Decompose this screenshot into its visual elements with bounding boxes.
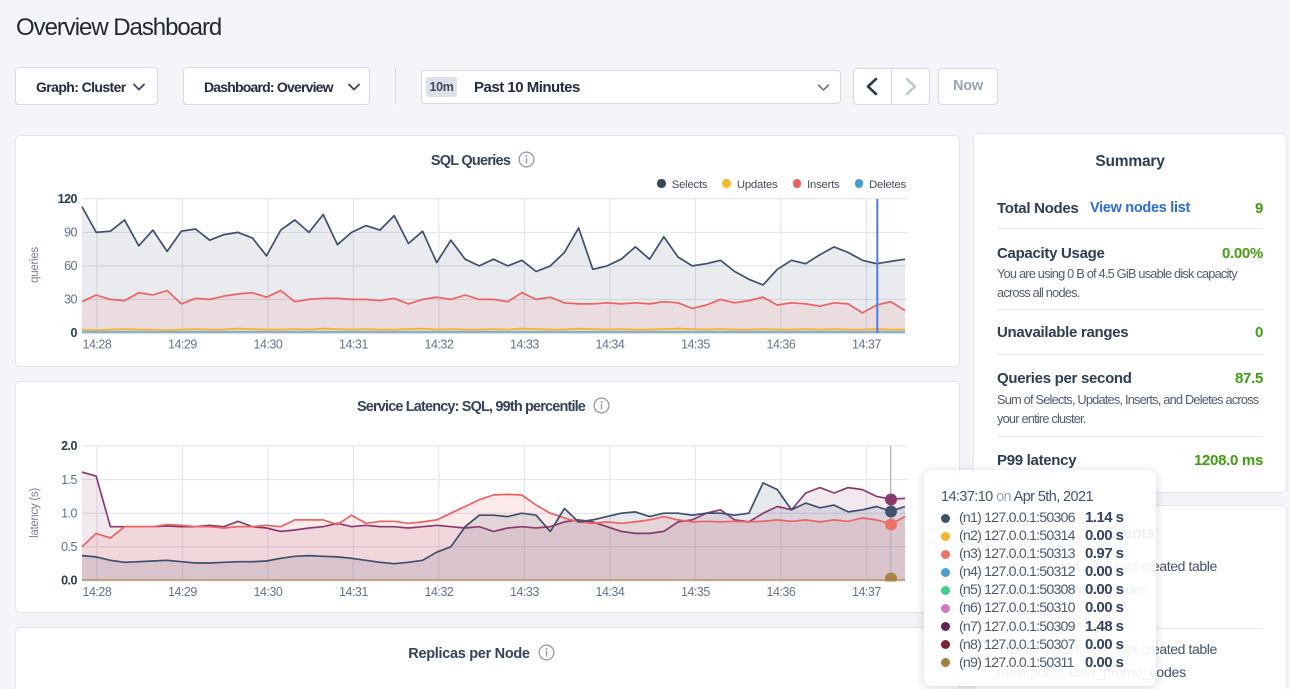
svg-text:60: 60 <box>64 259 77 273</box>
svg-text:14:37: 14:37 <box>852 338 881 352</box>
svg-text:14:28: 14:28 <box>83 585 112 599</box>
svg-text:0.0: 0.0 <box>61 574 77 588</box>
svg-text:14:34: 14:34 <box>596 585 625 599</box>
svg-text:14:29: 14:29 <box>168 585 197 599</box>
svg-text:14:33: 14:33 <box>510 338 539 352</box>
svg-text:14:32: 14:32 <box>425 585 454 599</box>
svg-text:14:37: 14:37 <box>852 585 881 599</box>
svg-text:120: 120 <box>58 192 78 206</box>
svg-text:1.5: 1.5 <box>61 473 77 487</box>
svg-text:90: 90 <box>64 226 77 240</box>
svg-text:14:34: 14:34 <box>596 338 625 352</box>
svg-text:14:30: 14:30 <box>254 585 283 599</box>
svg-text:14:35: 14:35 <box>681 338 710 352</box>
svg-text:14:36: 14:36 <box>767 585 796 599</box>
svg-text:14:32: 14:32 <box>425 338 454 352</box>
svg-text:0.5: 0.5 <box>61 540 77 554</box>
svg-text:14:30: 14:30 <box>254 338 283 352</box>
svg-text:14:33: 14:33 <box>510 585 539 599</box>
svg-text:0: 0 <box>71 326 78 340</box>
svg-text:1.0: 1.0 <box>61 506 77 520</box>
svg-text:14:28: 14:28 <box>83 338 112 352</box>
svg-text:queries: queries <box>29 247 41 283</box>
svg-text:latency (s): latency (s) <box>29 488 41 538</box>
svg-text:14:31: 14:31 <box>339 338 368 352</box>
svg-text:14:36: 14:36 <box>767 338 796 352</box>
svg-text:14:31: 14:31 <box>339 585 368 599</box>
svg-text:14:35: 14:35 <box>681 585 710 599</box>
svg-text:2.0: 2.0 <box>61 439 77 453</box>
svg-text:30: 30 <box>64 293 77 307</box>
svg-text:14:29: 14:29 <box>168 338 197 352</box>
